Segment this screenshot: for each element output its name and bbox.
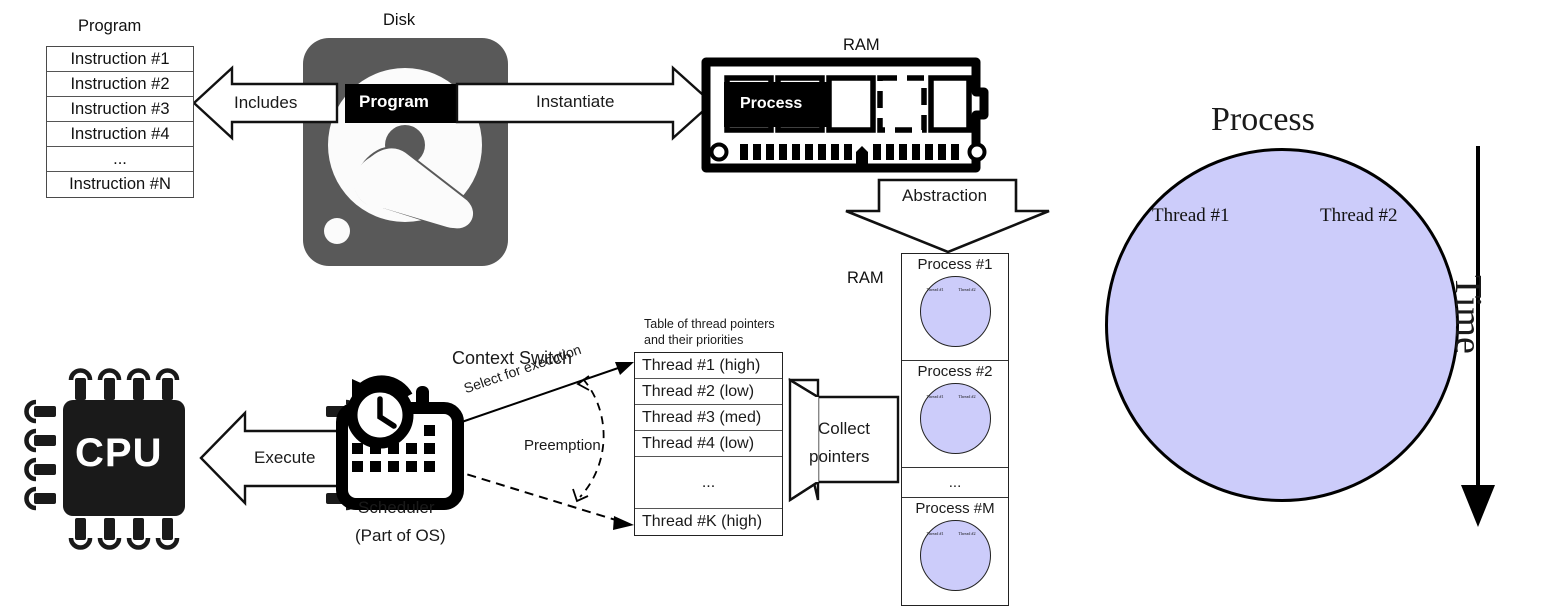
program-title: Program [78, 17, 142, 35]
mini-thread-label: Thread #2 [958, 287, 976, 292]
instruction-row: Instruction #3 [47, 97, 193, 122]
process-circle [1105, 148, 1459, 502]
mini-thread-label: Thread #1 [926, 287, 944, 292]
mini-process-circle: Thread #1 Thread #2 [919, 520, 991, 591]
thread-row: Thread #2 (low) [635, 379, 782, 405]
collect-pointers-label-line1: Collect [818, 419, 870, 438]
mini-thread-label: Thread #1 [926, 394, 944, 399]
thread-row: Thread #K (high) [642, 513, 763, 530]
process-stack: Process #1 Thread #1 Thread #2 Process #… [901, 253, 1009, 606]
program-instruction-table: Instruction #1 Instruction #2 Instructio… [46, 46, 194, 198]
process-cell-title: ... [948, 474, 962, 491]
thread-row-ellipsis: ... [635, 457, 782, 509]
execute-label: Execute [254, 448, 316, 467]
instantiate-label: Instantiate [536, 92, 615, 111]
process-cell-title: Process #2 [917, 363, 993, 380]
process-cell-title: Process #M [915, 500, 995, 517]
instruction-row: Instruction #1 [47, 47, 193, 72]
mini-thread-label: Thread #1 [926, 531, 944, 536]
instruction-row: Instruction #N [69, 175, 171, 193]
abstraction-label: Abstraction [902, 186, 988, 205]
big-thread-2-label: Thread #2 [1320, 205, 1398, 226]
thread-table-caption-line1: Table of thread pointers [644, 317, 775, 331]
scheduler-label-line2: (Part of OS) [355, 526, 446, 545]
process-cell: Process #M Thread #1 Thread #2 [902, 498, 1008, 605]
mini-thread-label: Thread #2 [958, 394, 976, 399]
preemption-arrow [452, 469, 634, 530]
thread-row: Thread #4 (low) [635, 431, 782, 457]
process-panel-title: Process [1211, 101, 1315, 138]
process-badge-label: Process [740, 95, 803, 112]
mini-process-circle: Thread #1 Thread #2 [919, 276, 991, 347]
preemption-label: Preemption [524, 437, 601, 454]
scheduler-label-line1: Scheduler [358, 498, 435, 517]
select-for-execution-arrow [452, 362, 634, 426]
disk-title: Disk [383, 11, 416, 29]
instruction-row: Instruction #2 [47, 72, 193, 97]
process-cell-ellipsis: ... [902, 468, 1008, 498]
mini-thread-label: Thread #2 [958, 531, 976, 536]
ram-title: RAM [843, 36, 880, 54]
collect-pointers-arrow [788, 377, 900, 503]
thread-table-caption-line2: and their priorities [644, 333, 744, 347]
thread-pointer-table: Thread #1 (high) Thread #2 (low) Thread … [634, 352, 783, 536]
time-axis-label: Time [1447, 275, 1489, 354]
program-badge-label: Program [359, 92, 429, 111]
big-thread-1-label: Thread #1 [1152, 205, 1230, 226]
includes-label: Includes [234, 93, 298, 112]
disk-icon [303, 38, 508, 266]
cpu-label: CPU [75, 431, 163, 475]
collect-pointers-label-line2: pointers [809, 447, 870, 466]
process-cell-title: Process #1 [917, 256, 993, 273]
process-cell: Process #2 Thread #1 Thread #2 [902, 361, 1008, 468]
thread-row: Thread #1 (high) [635, 353, 782, 379]
instruction-row: Instruction #4 [47, 122, 193, 147]
process-cell: Process #1 Thread #1 Thread #2 [902, 254, 1008, 361]
mini-process-circle: Thread #1 Thread #2 [919, 383, 991, 454]
thread-row: Thread #3 (med) [635, 405, 782, 431]
instruction-row: ... [47, 147, 193, 172]
scheduler-icon [336, 375, 464, 510]
ram-stack-label: RAM [847, 269, 884, 287]
